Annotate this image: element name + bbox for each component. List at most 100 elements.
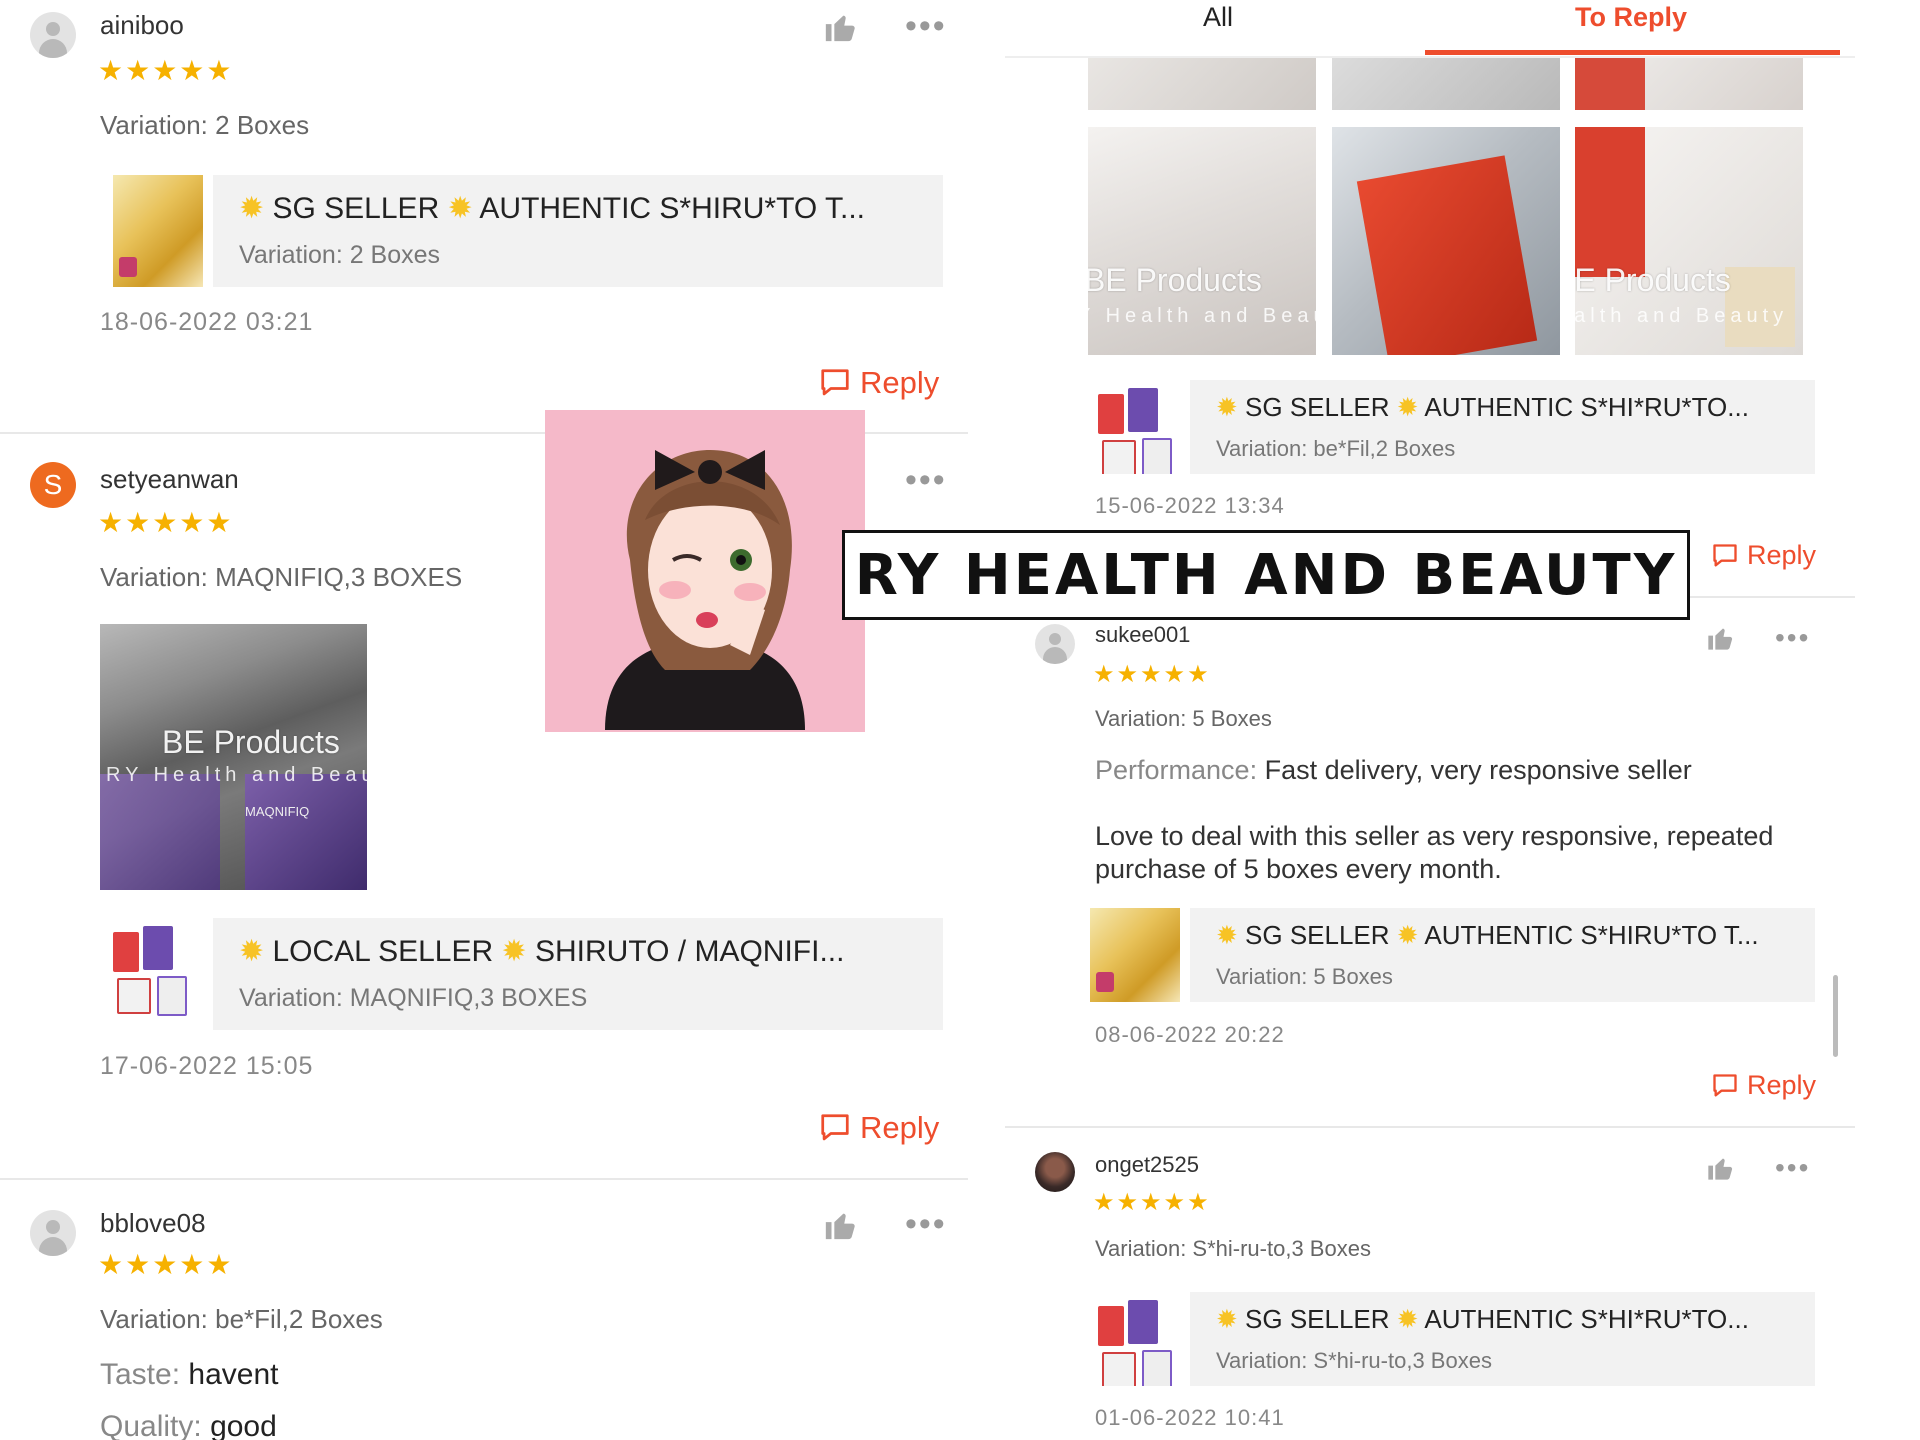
username[interactable]: ainiboo — [100, 10, 184, 41]
product-title: ✹ SG SELLER ✹ AUTHENTIC S*HI*RU*TO... — [1216, 1304, 1749, 1334]
review-comment: Love to deal with this seller as very re… — [1095, 821, 1774, 884]
review-variation: Variation: be*Fil,2 Boxes — [100, 1304, 383, 1334]
review-photo[interactable] — [1332, 127, 1560, 355]
right-review-panel: All To Reply BE Products RY Health and B… — [1005, 0, 1920, 1440]
divider — [1005, 1126, 1855, 1128]
product-card[interactable]: ✹ SG SELLER ✹ AUTHENTIC S*HIRU*TO T... V… — [113, 175, 943, 287]
product-card[interactable]: ✹ SG SELLER ✹ AUTHENTIC S*HI*RU*TO... Va… — [1090, 1292, 1815, 1386]
performance-line: Performance: Fast delivery, very respons… — [1095, 755, 1692, 785]
username[interactable]: bblove08 — [100, 1208, 206, 1239]
product-thumbnail — [1090, 908, 1180, 1002]
tab-all[interactable]: All — [1203, 2, 1233, 33]
person-icon — [46, 1220, 60, 1234]
thumbs-up-icon[interactable] — [822, 1208, 858, 1242]
avatar[interactable] — [1035, 1152, 1075, 1192]
avatar[interactable] — [30, 12, 76, 58]
product-card[interactable]: ✹ LOCAL SELLER ✹ SHIRUTO / MAQNIFI... Va… — [105, 918, 943, 1030]
reply-bubble-icon — [1713, 543, 1737, 566]
sparkle-icon: ✹ — [1396, 392, 1419, 422]
product-variation: Variation: 2 Boxes — [239, 241, 441, 269]
person-icon — [1049, 633, 1061, 645]
review-date: 08-06-2022 20:22 — [1095, 1022, 1285, 1047]
brand-banner: RY HEALTH AND BEAUTY — [842, 530, 1690, 620]
username[interactable]: onget2525 — [1095, 1152, 1199, 1178]
watermark: BE Products — [162, 724, 340, 760]
product-thumbnail — [1090, 1292, 1180, 1386]
star-rating: ★★★★★ — [1093, 1189, 1211, 1216]
quality-line: Quality: good — [100, 1410, 277, 1440]
reply-button[interactable]: Reply — [1711, 540, 1816, 571]
thumbs-up-icon[interactable] — [822, 10, 858, 44]
review-date: 15-06-2022 13:34 — [1095, 493, 1285, 518]
product-thumbnail — [1090, 380, 1180, 474]
avatar[interactable] — [30, 1210, 76, 1256]
avatar[interactable] — [1035, 624, 1075, 664]
star-rating: ★★★★★ — [1093, 661, 1211, 688]
review-ainiboo: ainiboo ••• ★★★★★ Variation: 2 Boxes ✹ S… — [0, 0, 968, 432]
review-photo[interactable] — [1088, 58, 1316, 110]
avatar[interactable]: S — [30, 462, 76, 508]
review-date: 18-06-2022 03:21 — [100, 308, 314, 336]
review-photo[interactable] — [1332, 58, 1560, 110]
product-title: ✹ SG SELLER ✹ AUTHENTIC S*HIRU*TO T... — [1216, 920, 1759, 950]
sparkle-icon: ✹ — [1216, 920, 1238, 950]
username[interactable]: setyeanwan — [100, 464, 239, 495]
product-variation: Variation: S*hi-ru-to,3 Boxes — [1216, 1348, 1492, 1373]
review-photo[interactable]: BE Products RY Health and Beauty — [1088, 127, 1316, 355]
sparkle-icon: ✹ — [1216, 1304, 1238, 1334]
product-title: ✹ LOCAL SELLER ✹ SHIRUTO / MAQNIFI... — [239, 935, 845, 968]
star-rating: ★★★★★ — [98, 507, 234, 538]
product-variation: Variation: be*Fil,2 Boxes — [1216, 436, 1456, 461]
watermark-sub: RY Health and Beauty — [1088, 305, 1316, 327]
sparkle-icon: ✹ — [239, 935, 265, 968]
product-title: ✹ SG SELLER ✹ AUTHENTIC S*HI*RU*TO... — [1216, 392, 1749, 422]
watermark-sub: RY Health and Beauty — [106, 764, 367, 786]
reply-button[interactable]: Reply — [1711, 1070, 1816, 1101]
sparkle-icon: ✹ — [501, 935, 527, 968]
reply-bubble-icon — [821, 369, 849, 396]
product-title: ✹ SG SELLER ✹ AUTHENTIC S*HIRU*TO T... — [239, 192, 866, 225]
review-photo[interactable]: BE Products RY Health and Beauty — [1575, 127, 1803, 355]
reply-button[interactable]: Reply — [818, 365, 939, 401]
reply-bubble-icon — [821, 1114, 849, 1141]
reply-bubble-icon — [1713, 1073, 1737, 1097]
product-card[interactable]: ✹ SG SELLER ✹ AUTHENTIC S*HI*RU*TO... Va… — [1090, 380, 1815, 474]
active-tab-indicator — [1425, 50, 1840, 55]
watermark-sub: RY Health and Beauty — [1575, 305, 1789, 327]
review-variation: Variation: S*hi-ru-to,3 Boxes — [1095, 1236, 1371, 1261]
sparkle-icon: ✹ — [239, 192, 265, 225]
banner-text: RY HEALTH AND BEAUTY — [854, 542, 1678, 608]
product-card[interactable]: ✹ SG SELLER ✹ AUTHENTIC S*HIRU*TO T... V… — [1090, 908, 1815, 1002]
username[interactable]: sukee001 — [1095, 622, 1190, 648]
review-date: 01-06-2022 10:41 — [1095, 1405, 1285, 1430]
brand-avatar-illustration — [545, 410, 865, 732]
thumbs-up-icon[interactable] — [1705, 624, 1735, 652]
more-icon[interactable]: ••• — [905, 463, 947, 497]
sparkle-icon: ✹ — [447, 192, 473, 225]
watermark: BE Products — [1088, 262, 1262, 298]
more-icon[interactable]: ••• — [905, 1207, 947, 1241]
review-photo[interactable]: MAQNIFIQ BE Products RY Health and Beaut… — [100, 624, 367, 890]
product-variation: Variation: 5 Boxes — [1216, 964, 1393, 989]
tab-bar: All To Reply — [1005, 0, 1855, 58]
taste-line: Taste: havent — [100, 1358, 279, 1391]
product-thumbnail — [113, 175, 203, 287]
review-variation: Variation: MAQNIFIQ,3 BOXES — [100, 562, 463, 592]
review-bblove08: bblove08 ••• ★★★★★ Variation: be*Fil,2 B… — [0, 1180, 968, 1440]
watermark: BE Products — [1575, 262, 1731, 298]
sparkle-icon: ✹ — [1396, 1304, 1419, 1334]
more-icon[interactable]: ••• — [1775, 1154, 1810, 1182]
product-variation: Variation: MAQNIFIQ,3 BOXES — [239, 984, 588, 1012]
product-thumbnail — [105, 918, 195, 1030]
star-rating: ★★★★★ — [98, 1249, 234, 1280]
review-photo[interactable] — [1575, 58, 1803, 110]
reply-button[interactable]: Reply — [818, 1110, 939, 1146]
tab-to-reply[interactable]: To Reply — [1575, 2, 1687, 33]
more-icon[interactable]: ••• — [905, 9, 947, 43]
review-date: 17-06-2022 15:05 — [100, 1052, 314, 1080]
sparkle-icon: ✹ — [1216, 392, 1238, 422]
thumbs-up-icon[interactable] — [1705, 1154, 1735, 1182]
review-variation: Variation: 5 Boxes — [1095, 706, 1272, 731]
more-icon[interactable]: ••• — [1775, 624, 1810, 652]
scrollbar[interactable] — [1833, 975, 1838, 1057]
